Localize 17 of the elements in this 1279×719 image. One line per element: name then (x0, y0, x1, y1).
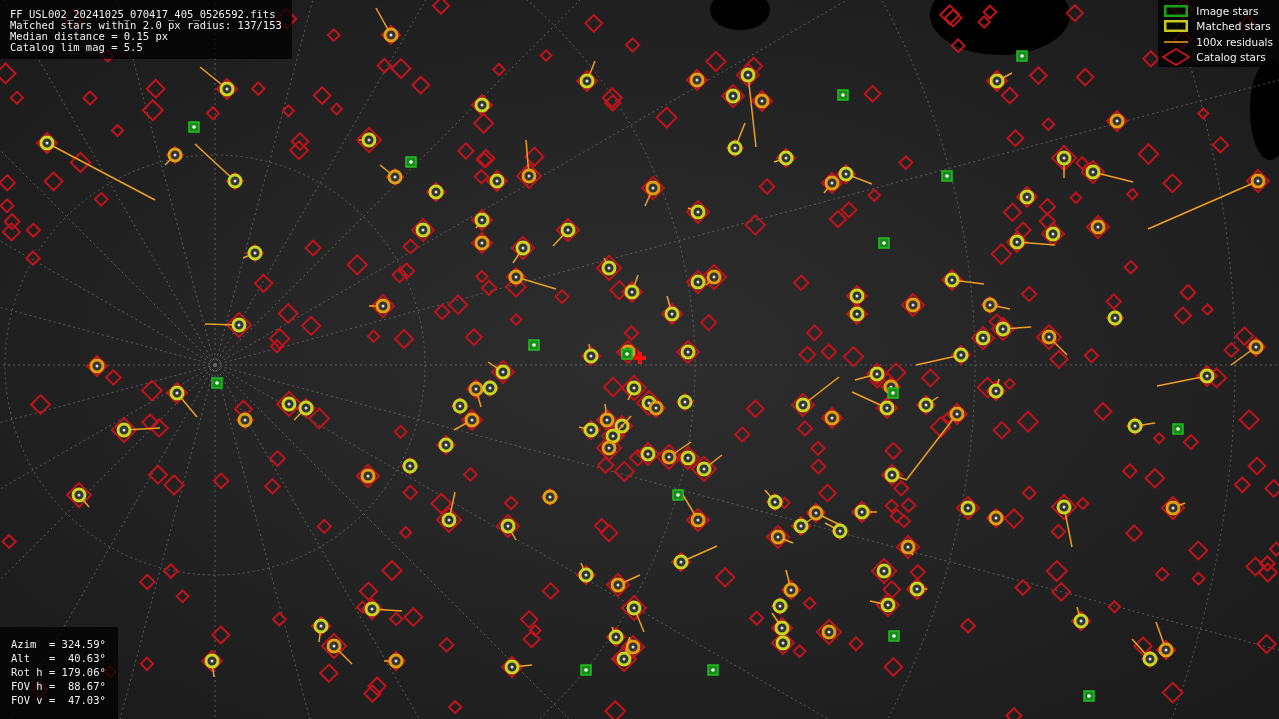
pointing-text: FOV v = 47.03° (11, 693, 106, 707)
rectangle-icon (1164, 4, 1189, 17)
pointing-text: Alt = 40.63° (11, 651, 106, 665)
pointing-text: Azim = 324.59° (11, 637, 106, 651)
info-text: Matched stars within 2.0 px radius: 137/153 (10, 20, 282, 31)
pointing-text: FOV h = 88.67° (11, 679, 106, 693)
rectangle-icon (1164, 20, 1189, 33)
pointing-text: Rot h = 179.06° (11, 665, 106, 679)
info-text: FF_USL002_20241025_070417_405_0526592.fits (10, 9, 277, 20)
legend-label: Image stars (1196, 4, 1259, 17)
legend-label: Matched stars (1196, 20, 1271, 33)
line-icon (1164, 40, 1189, 43)
info-text: Catalog lim mag = 5.5 (10, 42, 144, 53)
legend-label: Catalog stars (1196, 51, 1266, 64)
info-text: Median distance = 0.15 px (10, 31, 169, 42)
legend-label: 100x residuals (1196, 35, 1273, 48)
diamond-icon (1162, 48, 1191, 67)
